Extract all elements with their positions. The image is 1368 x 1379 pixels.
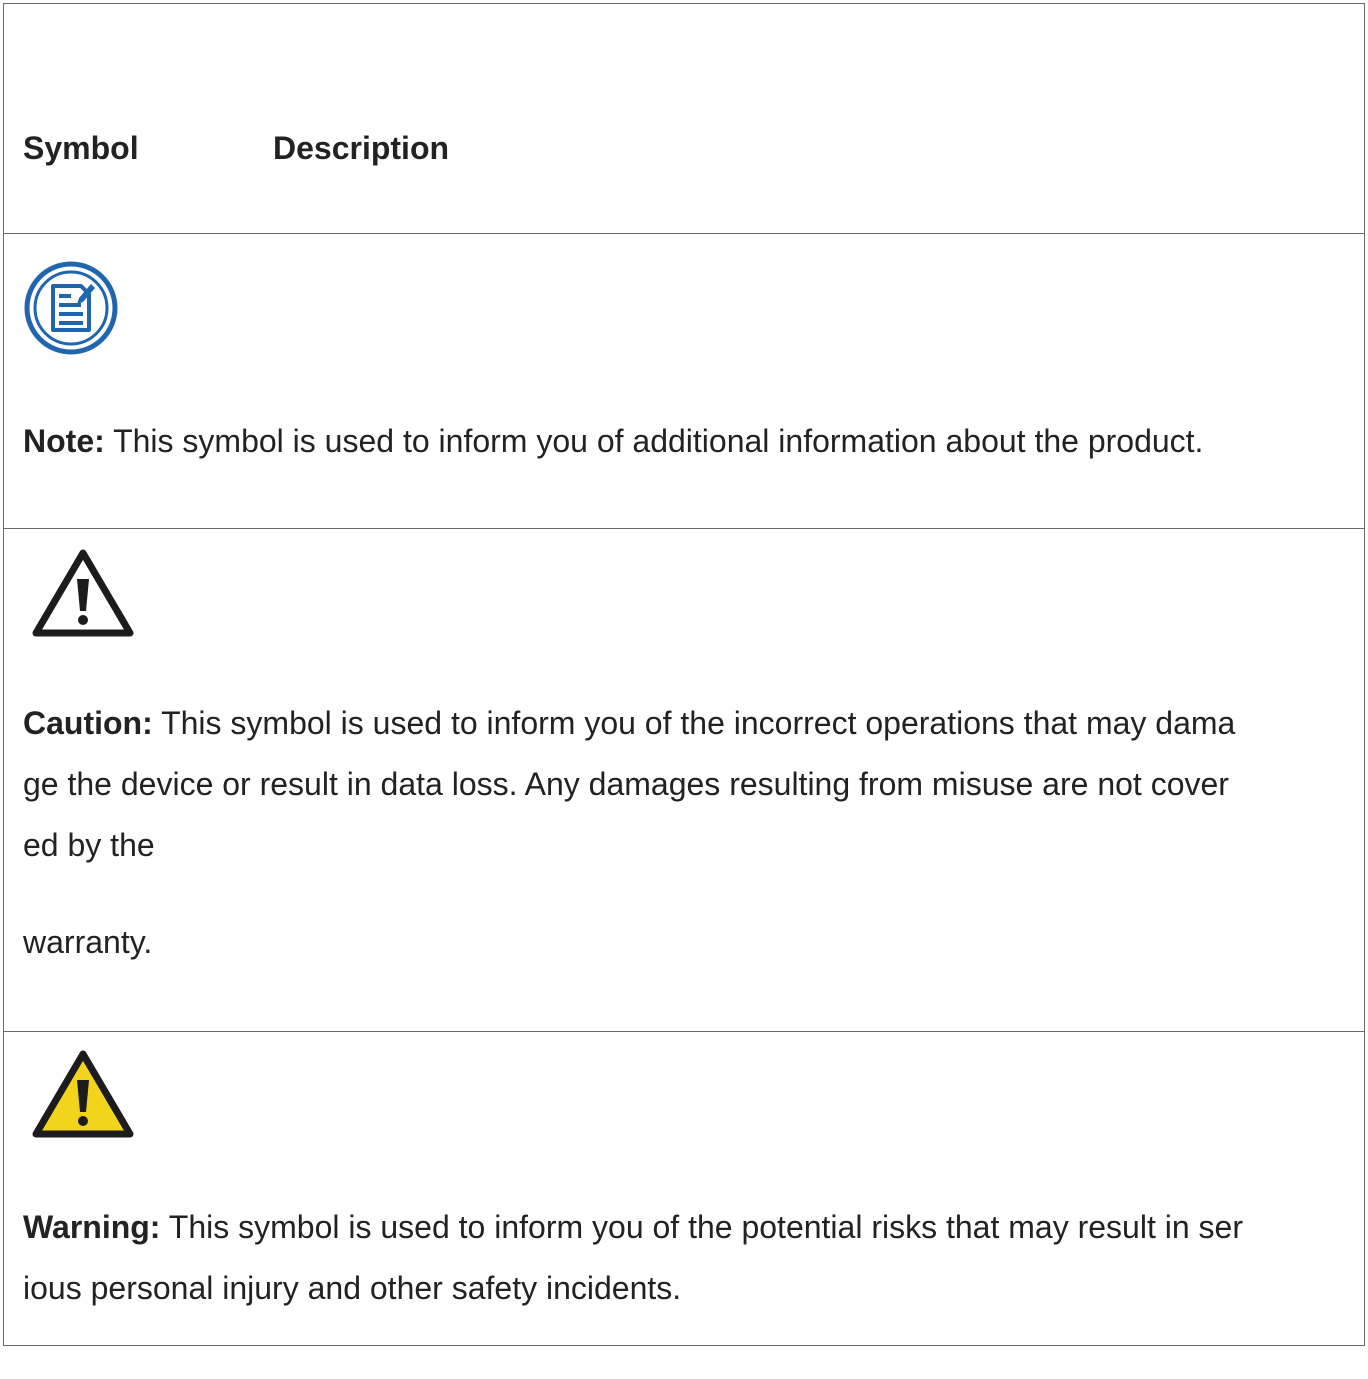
caution-label: Caution: (23, 705, 153, 741)
note-text: This symbol is used to inform you of add… (104, 423, 1204, 459)
page: Symbol Description Note: This symbol is … (0, 0, 1368, 1379)
caution-text-2: ge the device or result in data loss. An… (23, 766, 1229, 802)
caution-text-3: ed by the (23, 827, 155, 863)
table-row-note: Note: This symbol is used to inform you … (4, 234, 1364, 529)
caution-text-4: warranty. (23, 924, 153, 960)
caution-icon (31, 547, 135, 641)
header-description: Description (273, 130, 450, 166)
header-symbol: Symbol (23, 130, 139, 166)
symbol-table: Symbol Description Note: This symbol is … (3, 3, 1365, 1346)
warning-icon (31, 1048, 135, 1142)
table-row-caution: Caution: This symbol is used to inform y… (4, 529, 1364, 1032)
caution-description: Caution: This symbol is used to inform y… (23, 693, 1344, 973)
note-description: Note: This symbol is used to inform you … (23, 411, 1344, 472)
table-row-warning: Warning: This symbol is used to inform y… (4, 1032, 1364, 1345)
description-line: Caution: This symbol is used to inform y… (23, 693, 1344, 754)
description-line: Warning: This symbol is used to inform y… (23, 1197, 1344, 1258)
note-label: Note: (23, 423, 105, 459)
warning-label: Warning: (23, 1209, 161, 1245)
description-line: Note: This symbol is used to inform you … (23, 411, 1344, 472)
caution-text-1: This symbol is used to inform you of the… (152, 705, 1236, 741)
note-icon (23, 260, 119, 356)
table-header-row: Symbol Description (4, 4, 1364, 234)
warning-text-2: ious personal injury and other safety in… (23, 1270, 682, 1306)
warning-description: Warning: This symbol is used to inform y… (23, 1197, 1344, 1319)
warning-text-1: This symbol is used to inform you of the… (160, 1209, 1243, 1245)
